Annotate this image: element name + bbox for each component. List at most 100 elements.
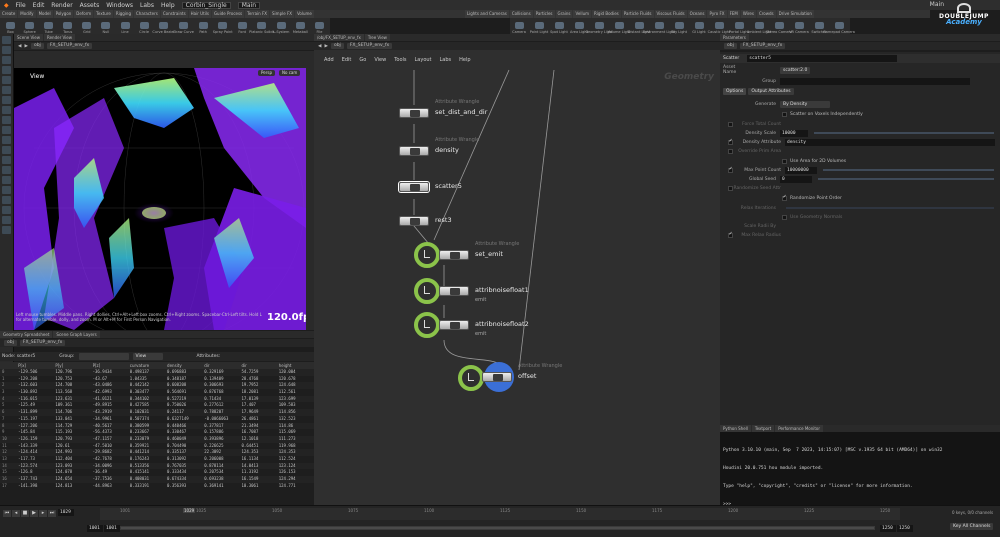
point-snap-icon[interactable] bbox=[2, 136, 11, 144]
shelf-tab[interactable]: Particle Fluids bbox=[621, 10, 654, 18]
group-field[interactable] bbox=[780, 77, 970, 85]
node-body[interactable] bbox=[439, 250, 469, 260]
node-name[interactable]: density bbox=[435, 146, 459, 154]
shelf-tab[interactable]: Deform bbox=[74, 10, 94, 18]
node-body[interactable] bbox=[482, 372, 512, 382]
start-frame-field-2[interactable]: 1001 bbox=[104, 525, 120, 532]
override-checkbox[interactable] bbox=[728, 148, 733, 154]
shaded-icon[interactable] bbox=[2, 166, 11, 174]
density-scale-field[interactable]: 10000 bbox=[780, 129, 808, 137]
shelf-tool[interactable]: Environment Light bbox=[643, 22, 675, 34]
next-key-icon[interactable]: ▸ bbox=[39, 510, 47, 517]
node-name[interactable]: rest3 bbox=[435, 216, 452, 224]
relax-slider[interactable] bbox=[786, 207, 994, 209]
column-header[interactable]: P[y] bbox=[53, 362, 90, 369]
crumb-node[interactable]: FX_SETUP_env_fx bbox=[19, 340, 66, 346]
table-row[interactable]: 3 -130.892 113.568 -42.6993 0.303477 0.564691… bbox=[0, 389, 314, 396]
tab-options[interactable]: Options bbox=[723, 88, 747, 95]
max-point-field[interactable]: 10000000 bbox=[785, 166, 817, 174]
shelf-tool[interactable]: Portal Light bbox=[729, 22, 749, 34]
key-all-channels-button[interactable]: Key All Channels bbox=[950, 523, 994, 530]
tab-scene-graph-layers[interactable]: Scene Graph Layers bbox=[53, 331, 100, 338]
end-frame-field[interactable]: 1250 bbox=[880, 525, 896, 532]
edge-snap-icon[interactable] bbox=[2, 146, 11, 154]
scale-tool-icon[interactable] bbox=[2, 66, 11, 74]
last-frame-icon[interactable]: ⏭ bbox=[48, 510, 56, 517]
table-row[interactable]: 6 -131.899 114.706 -43.2919 0.102031 0.24117 0… bbox=[0, 409, 314, 416]
scene-viewport[interactable] bbox=[14, 68, 306, 330]
shelf-tab[interactable]: Rigging bbox=[113, 10, 133, 18]
prim-snap-icon[interactable] bbox=[2, 126, 11, 134]
tab-geometry-spreadsheet[interactable]: Geometry Spreadsheet bbox=[0, 331, 53, 338]
timeline-ruler[interactable]: 1001 1025 1050 1075 1100 1125 1150 1175 1200 1225… bbox=[100, 508, 900, 520]
shelf-tool[interactable]: Path bbox=[195, 22, 212, 34]
pose-tool-icon[interactable] bbox=[2, 86, 11, 94]
tab-textport[interactable]: Textport bbox=[751, 425, 775, 432]
tab-tree-view[interactable]: Tree View bbox=[364, 34, 390, 41]
persp-menu[interactable]: Persp bbox=[258, 70, 275, 76]
view-dropdown[interactable]: View bbox=[132, 353, 163, 360]
shelf-tab[interactable]: Collisions bbox=[509, 10, 533, 18]
node-name[interactable]: set_dist_and_dir bbox=[435, 108, 487, 116]
menu-help[interactable]: Help bbox=[161, 2, 175, 9]
python-shell[interactable]: Python 3.10.10 (main, Sep 7 2023, 14:15:… bbox=[720, 432, 1000, 507]
view-tool-icon[interactable] bbox=[2, 96, 11, 104]
desktop-selector[interactable]: Corbin_Single bbox=[181, 1, 231, 9]
layout-icon[interactable] bbox=[2, 216, 11, 224]
shelf-tab[interactable]: Guide Process bbox=[211, 10, 245, 18]
node-body[interactable] bbox=[399, 182, 429, 192]
shelf-tool[interactable]: Circle bbox=[136, 22, 153, 34]
node-body[interactable] bbox=[439, 286, 469, 296]
use-area-checkbox[interactable] bbox=[782, 158, 787, 164]
menu-assets[interactable]: Assets bbox=[80, 2, 100, 9]
shelf-tab[interactable]: Constraints bbox=[160, 10, 188, 18]
column-header[interactable]: density bbox=[165, 362, 202, 369]
column-header[interactable]: height bbox=[277, 362, 314, 369]
crumb-node[interactable]: FX_SETUP_env_fx bbox=[46, 43, 93, 49]
back-icon[interactable]: ◀ bbox=[318, 44, 321, 49]
node-name[interactable]: set_emit bbox=[475, 250, 503, 258]
table-row[interactable]: 9 -145.84 115.193 -56.4373 0.233667 0.330467 0… bbox=[0, 429, 314, 436]
table-row[interactable]: 13 -117.73 112.404 -42.7678 0.176243 0.313092… bbox=[0, 456, 314, 463]
shelf-tab[interactable]: Viscous Fluids bbox=[654, 10, 687, 18]
shelf-tab[interactable]: Characters bbox=[133, 10, 160, 18]
play-icon[interactable]: ▶ bbox=[30, 510, 38, 517]
table-row[interactable]: 8 -127.206 114.729 -40.5617 0.380599 0.440466… bbox=[0, 422, 314, 430]
shelf-tool[interactable]: Sky Light bbox=[670, 22, 688, 34]
end-frame-field-2[interactable]: 1250 bbox=[897, 525, 913, 532]
table-row[interactable]: 12 -124.414 124.993 -29.8682 0.441214 0.33513… bbox=[0, 449, 314, 456]
select-tool-icon[interactable] bbox=[2, 36, 11, 44]
table-row[interactable]: 15 -126.8 124.078 -36.49 0.415141 0.333434 0.2… bbox=[0, 469, 314, 476]
crumb-obj[interactable]: obj bbox=[4, 340, 17, 346]
menu-edit[interactable]: Edit bbox=[33, 2, 45, 9]
geometry-spreadsheet[interactable]: P[x] P[y] P[z] curvature density dir dir… bbox=[0, 362, 314, 505]
shelf-tab[interactable]: Terrain FX bbox=[245, 10, 270, 18]
stop-icon[interactable]: ■ bbox=[21, 510, 29, 517]
shelf-tool[interactable]: Metaball bbox=[292, 22, 309, 34]
shelf-tab[interactable]: Crowds bbox=[756, 10, 776, 18]
table-row[interactable]: 7 -115.197 133.041 -34.9961 0.507374 0.632714… bbox=[0, 416, 314, 423]
menu-file[interactable]: File bbox=[16, 2, 26, 9]
global-seed-slider[interactable] bbox=[818, 178, 994, 180]
randomize-point-checkbox[interactable] bbox=[782, 194, 787, 201]
shelf-tab-lights[interactable]: Lights and Cameras bbox=[464, 10, 509, 18]
table-row[interactable]: 14 -123.574 123.093 -34.0096 0.513356 0.76703… bbox=[0, 462, 314, 470]
forward-icon[interactable]: ▶ bbox=[24, 44, 27, 49]
tab-params[interactable]: Parameters bbox=[720, 34, 749, 41]
shelf-tool[interactable]: Curve Bezier bbox=[152, 22, 175, 34]
asset-dropdown[interactable]: scatter:2.0 bbox=[780, 66, 811, 74]
wire-icon[interactable] bbox=[2, 156, 11, 164]
column-header[interactable]: P[x] bbox=[16, 362, 53, 369]
node-name[interactable]: attribnoisefloat2 bbox=[475, 320, 529, 328]
current-frame-field[interactable]: 1029 bbox=[58, 509, 74, 516]
tab-python-shell[interactable]: Python Shell bbox=[720, 425, 751, 432]
shelf-tab[interactable]: Oceans bbox=[687, 10, 707, 18]
node-body[interactable] bbox=[399, 108, 429, 118]
flipbook-icon[interactable] bbox=[2, 206, 11, 214]
crumb-obj[interactable]: obj bbox=[724, 43, 737, 49]
force-total-checkbox[interactable] bbox=[728, 121, 733, 127]
shelf-tab[interactable]: Model bbox=[36, 10, 53, 18]
render-icon[interactable] bbox=[2, 196, 11, 204]
group-field[interactable] bbox=[78, 353, 129, 360]
timeline-range-bar[interactable] bbox=[120, 526, 875, 530]
